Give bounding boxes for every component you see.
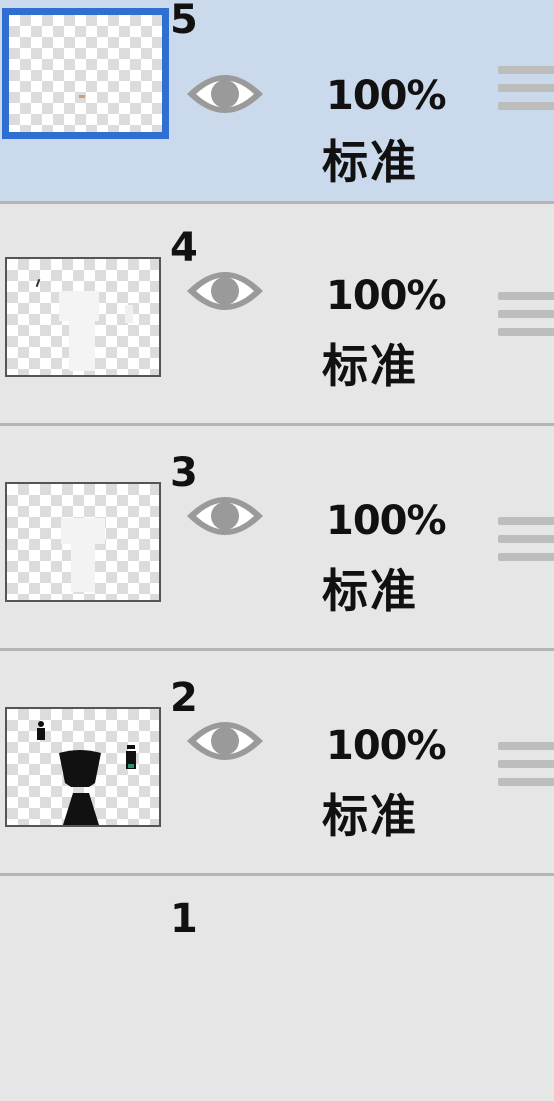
layer-row-3[interactable]: 3 100% 标准 [0,429,554,651]
layer-thumbnail[interactable] [2,8,169,139]
layer-thumbnail[interactable] [5,707,161,827]
layer-number: 1 [170,896,198,942]
layer-number: 5 [170,0,198,43]
drag-handle-icon[interactable] [498,66,554,114]
layer-blend-mode[interactable]: 标准 [322,788,418,844]
layer-opacity[interactable]: 100% [326,72,447,120]
thumbnail-figure [71,544,95,592]
thumbnail-figure [125,305,133,323]
visibility-eye-icon[interactable] [185,711,265,771]
layer-blend-mode[interactable]: 标准 [322,563,418,619]
layer-opacity[interactable]: 100% [326,272,447,320]
layer-thumbnail[interactable] [5,257,161,377]
visibility-eye-icon[interactable] [185,486,265,546]
layer-opacity[interactable]: 100% [326,497,447,545]
drag-handle-icon[interactable] [498,292,554,340]
visibility-eye-icon[interactable] [185,261,265,321]
layer-opacity[interactable]: 100% [326,722,447,770]
thumbnail-silhouette [37,721,136,825]
layer-row-1[interactable]: 1 [0,879,554,1101]
thumbnail-figure [61,518,105,544]
thumbnail-mark [35,278,41,288]
visibility-eye-icon[interactable] [185,64,265,124]
thumbnail-figure [69,319,95,371]
layer-list: 5 100% 标准 4 100% 标准 3 100% 标准 2 100% 标准 … [0,0,554,1101]
layer-blend-mode[interactable]: 标准 [322,134,418,190]
layer-row-5[interactable]: 5 100% 标准 [0,0,554,204]
thumbnail-figure [59,291,99,321]
thumbnail-speck [79,95,85,98]
drag-handle-icon[interactable] [498,517,554,565]
layer-row-4[interactable]: 4 100% 标准 [0,204,554,426]
layer-blend-mode[interactable]: 标准 [322,338,418,394]
drag-handle-icon[interactable] [498,742,554,790]
layer-row-2[interactable]: 2 100% 标准 [0,654,554,876]
layer-thumbnail[interactable] [5,482,161,602]
